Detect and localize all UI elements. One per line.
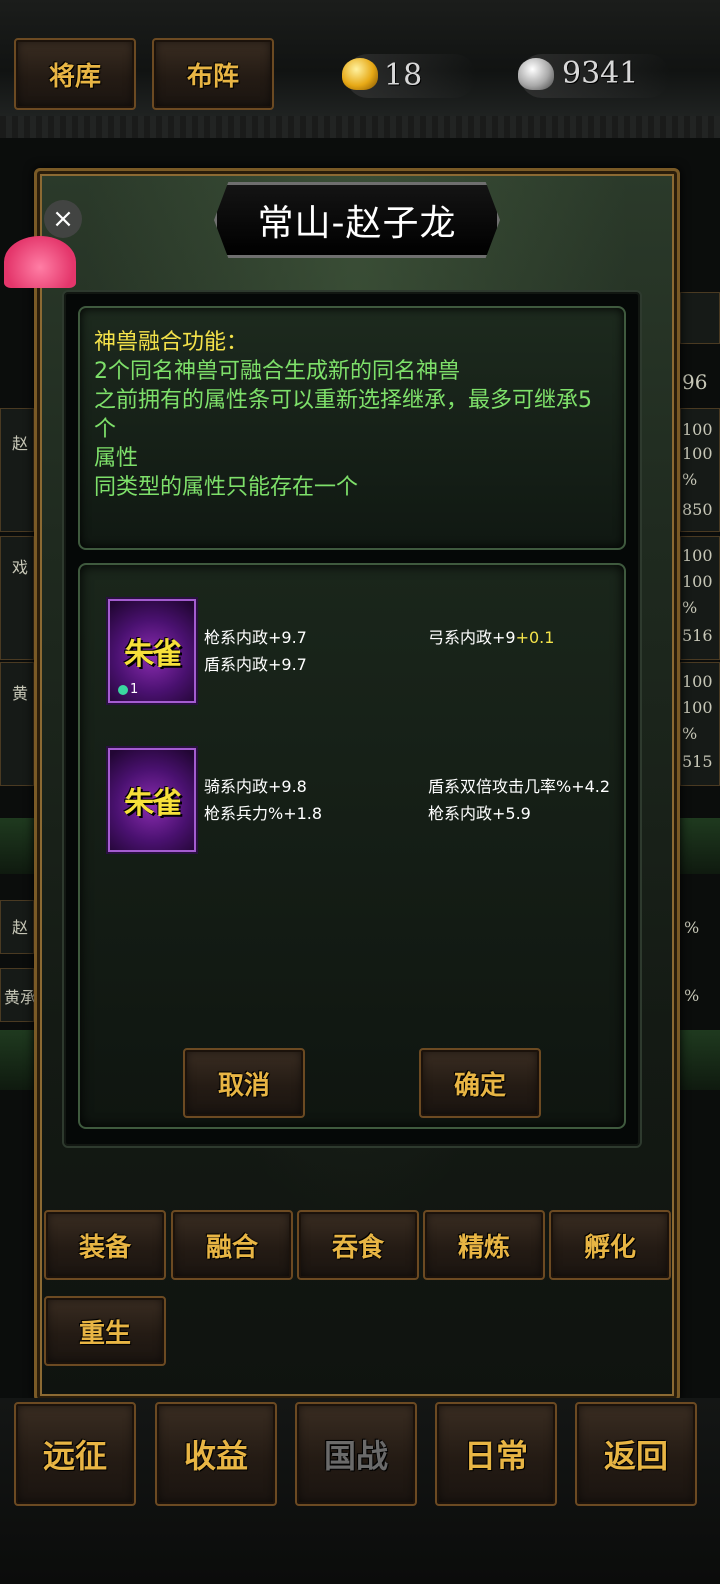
tab-hatch[interactable]: 孵化	[549, 1210, 671, 1280]
top-bar-divider	[0, 116, 720, 138]
dialog-title: 常山-赵子龙	[257, 203, 457, 244]
background-name-1: 赵	[12, 434, 29, 453]
background-row-value: %	[684, 918, 700, 937]
background-value: %	[682, 724, 698, 743]
pet-mascot-icon	[4, 236, 76, 288]
gold-amount: 18	[384, 58, 423, 93]
background-value: 100	[682, 572, 713, 591]
attribute-text: 弓系内政+9	[428, 628, 516, 647]
beast-attribute: 枪系内政+9.7	[204, 628, 307, 647]
beast-name: 朱雀	[124, 637, 182, 672]
beast-attribute: 盾系内政+9.7	[204, 655, 307, 674]
background-name-3: 黄	[12, 684, 29, 703]
silver-ingot-icon	[518, 58, 554, 90]
background-row-label: 黄承	[4, 988, 37, 1007]
background-value: %	[682, 470, 698, 489]
confirm-button[interactable]: 确定	[419, 1048, 541, 1118]
nav-return-button[interactable]: 返回	[575, 1402, 697, 1506]
background-row-value: %	[684, 986, 700, 1005]
formation-button[interactable]: 布阵	[152, 38, 274, 110]
tab-fusion[interactable]: 融合	[171, 1210, 293, 1280]
background-value: %	[682, 598, 698, 617]
tab-refine[interactable]: 精炼	[423, 1210, 545, 1280]
silver-amount: 9341	[562, 56, 639, 91]
tab-rebirth[interactable]: 重生	[44, 1296, 166, 1366]
dialog-title-plate: 常山-赵子龙	[214, 182, 500, 258]
background-right-number: 96	[682, 370, 708, 394]
background-value: 515	[682, 752, 713, 771]
beast-card-vermilion-bird-1[interactable]: 朱雀 1	[106, 597, 198, 705]
background-value: 100	[682, 420, 713, 439]
background-value: 850	[682, 500, 713, 519]
background-value: 516	[682, 626, 713, 645]
beast-attribute: 弓系内政+9+0.1	[428, 624, 554, 648]
gold-ingot-icon	[342, 58, 378, 90]
nav-national-war-button[interactable]: 国战	[295, 1402, 417, 1506]
background-name-2: 戏	[12, 558, 29, 577]
beast-level-badge: 1	[118, 682, 138, 697]
tab-equip[interactable]: 装备	[44, 1210, 166, 1280]
background-value: 100	[682, 444, 713, 463]
nav-daily-button[interactable]: 日常	[435, 1402, 557, 1506]
background-card-left-1	[0, 408, 34, 532]
fusion-info-line: 之前拥有的属性条可以重新选择继承，最多可继承5个	[94, 388, 592, 442]
general-storage-button[interactable]: 将库	[14, 38, 136, 110]
fusion-info-panel: 神兽融合功能： 2个同名神兽可融合生成新的同名神兽 之前拥有的属性条可以重新选择…	[78, 306, 626, 550]
beast-attribute: 骑系内政+9.8	[204, 777, 307, 796]
beast-attribute: 盾系双倍攻击几率%+4.2	[428, 777, 611, 796]
attribute-bonus: +0.1	[515, 628, 555, 647]
beast-card-vermilion-bird-2[interactable]: 朱雀	[106, 746, 198, 854]
background-value: 100	[682, 698, 713, 717]
fusion-info-title: 神兽融合功能：	[94, 330, 249, 355]
nav-expedition-button[interactable]: 远征	[14, 1402, 136, 1506]
beast-attribute: 枪系内政+5.9	[428, 804, 531, 823]
background-row-label: 赵	[12, 918, 29, 937]
gem-icon	[118, 684, 128, 695]
tab-devour[interactable]: 吞食	[297, 1210, 419, 1280]
background-card-right-top	[680, 292, 720, 344]
beast-level: 1	[130, 682, 139, 697]
beast-attribute: 枪系兵力%+1.8	[204, 804, 323, 823]
cancel-button[interactable]: 取消	[183, 1048, 305, 1118]
fusion-info-line: 2个同名神兽可融合生成新的同名神兽	[94, 359, 460, 384]
background-value: 100	[682, 546, 713, 565]
fusion-info-line: 同类型的属性只能存在一个	[94, 475, 359, 500]
beast-name: 朱雀	[124, 786, 182, 821]
fusion-info-line: 属性	[94, 446, 139, 471]
nav-income-button[interactable]: 收益	[155, 1402, 277, 1506]
close-icon[interactable]: ×	[44, 200, 82, 238]
background-value: 100	[682, 672, 713, 691]
